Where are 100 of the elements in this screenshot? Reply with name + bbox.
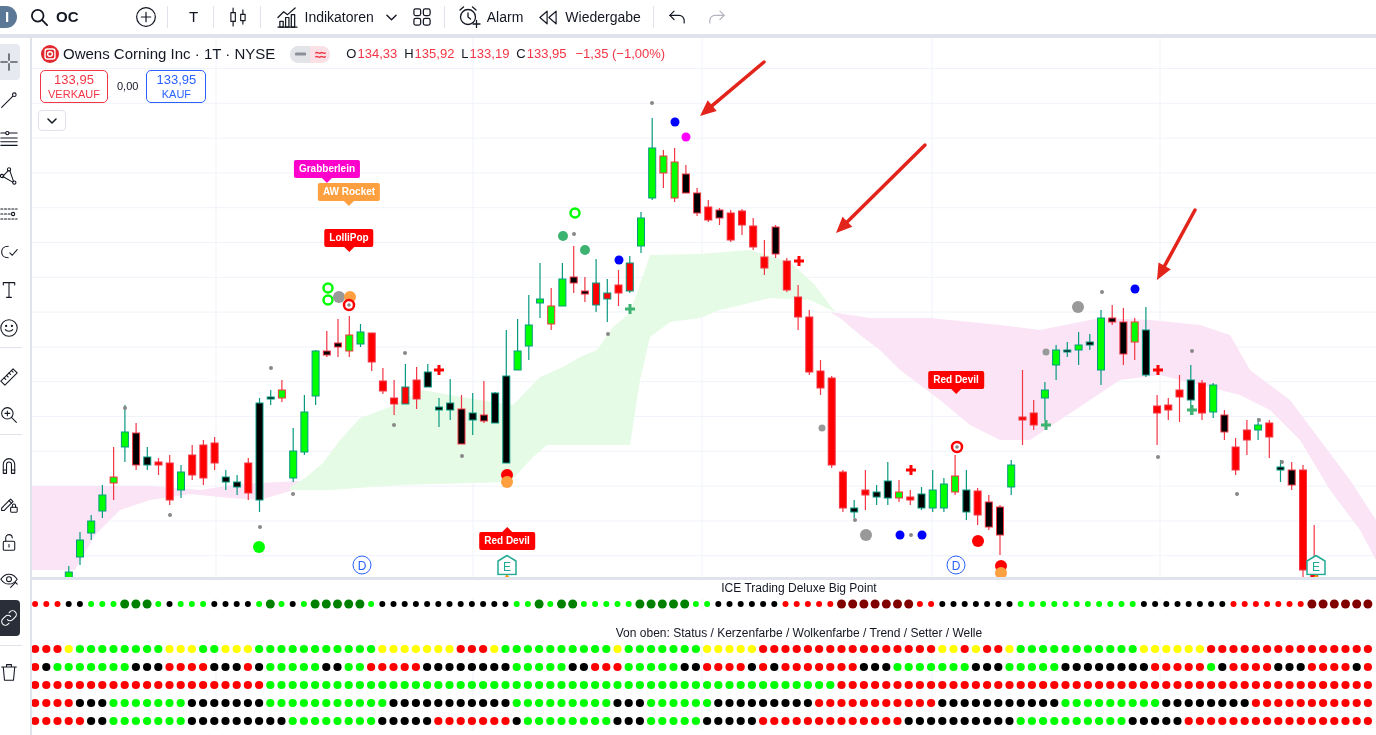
candle [1108,304,1117,326]
candle [592,258,601,313]
dashed-lines-icon [0,205,18,223]
indicators-button[interactable]: Indikatoren [276,3,374,31]
dot-icon [917,530,927,540]
candle [1186,364,1195,416]
arrow-drawing [700,60,766,116]
candle [1130,317,1139,361]
ring-icon [950,440,964,454]
candle [1265,419,1274,459]
undo-icon [668,10,685,24]
candle [277,379,286,403]
candle [749,217,758,251]
dot-icon [909,533,913,537]
indicator-title: ICE Trading Deluxe Big Point [721,581,877,595]
candle [681,164,690,194]
crosshair-tool[interactable] [0,44,20,80]
buy-button[interactable]: 133,95 KAUF [146,70,207,103]
arrow-drawing [1157,208,1197,280]
replay-button[interactable]: Wiedergabe [539,3,641,31]
dot-icon [606,332,610,336]
candle [906,489,915,506]
candle [782,257,791,293]
minus-icon [294,52,306,56]
plus-icon [792,254,806,268]
candle [850,499,859,519]
dot-icon [650,101,654,105]
candle [457,394,466,445]
dot-icon [860,529,872,541]
candle [87,514,96,541]
candle [1242,419,1251,456]
candle [1119,307,1128,366]
alarm-clock-icon [458,6,481,28]
event-marker[interactable]: D [352,555,372,575]
candle [973,487,982,526]
rewind-icon [539,9,558,25]
candle [154,457,163,476]
ohlc-value: 135,92 [414,45,455,64]
candle [547,287,556,331]
dot-icon [253,541,265,553]
candle [872,484,881,506]
candle [300,394,309,456]
ring-icon [322,294,334,306]
signal-label: Red Devil [479,527,535,550]
candle [356,323,365,348]
candle [1153,394,1162,446]
candle [120,404,129,463]
candle [378,367,387,395]
indicator-title: Von oben: Status / Kerzenfarbe / Wolkenfarbe / Trend / Setter / Welle [615,626,983,640]
dot-icon [1100,290,1104,294]
spread-value: 0,00 [117,79,139,95]
dot-icon [1156,455,1160,459]
collapse-button[interactable] [38,110,66,131]
symbol-search-button[interactable]: OC [31,3,79,31]
ring-icon [569,207,581,219]
grid-icon [412,8,431,26]
pencil-lock-icon [0,495,18,513]
event-marker[interactable]: E [497,554,517,576]
dot-icon [333,291,345,303]
dot-icon [1280,460,1284,464]
candle [580,276,589,303]
event-marker[interactable]: E [1306,554,1326,576]
dot-icon [1190,349,1194,353]
alarm-button[interactable]: Alarm [458,3,524,31]
ring-icon [322,282,334,294]
dot-icon [269,366,273,370]
dot-icon [895,530,905,540]
search-icon [31,8,48,26]
candle [1276,459,1285,483]
text-tool-icon [0,281,18,299]
dot-icon [258,525,262,529]
plus-icon [1039,418,1053,432]
brush-icon [0,243,18,261]
candle [625,255,634,294]
line-icon [0,91,18,109]
candle [704,199,713,223]
ohlc-label: H [404,45,414,64]
ohlc-label: C [516,45,526,64]
candle [1220,409,1229,441]
signal-label: AW Rocket [317,183,381,206]
dot-icon [460,454,464,458]
plus-icon [623,302,637,316]
candle [816,359,825,396]
event-marker[interactable]: D [946,555,966,575]
ruler-icon [0,368,18,386]
candle [1198,379,1206,421]
interval-button[interactable]: T [183,3,204,31]
user-avatar[interactable]: I [0,6,17,28]
candle [1209,382,1218,419]
candle [513,318,522,371]
sell-button[interactable]: 133,95 VERKAUF [40,70,108,103]
dot-icon [1235,492,1239,496]
candle [177,464,185,499]
smiley-icon [0,319,18,337]
indicator-toggle[interactable] [290,45,331,63]
link-tool[interactable] [0,600,20,636]
candle [895,479,903,503]
bar-chart-icon [276,6,298,28]
candle [76,531,84,566]
candle [805,309,814,376]
